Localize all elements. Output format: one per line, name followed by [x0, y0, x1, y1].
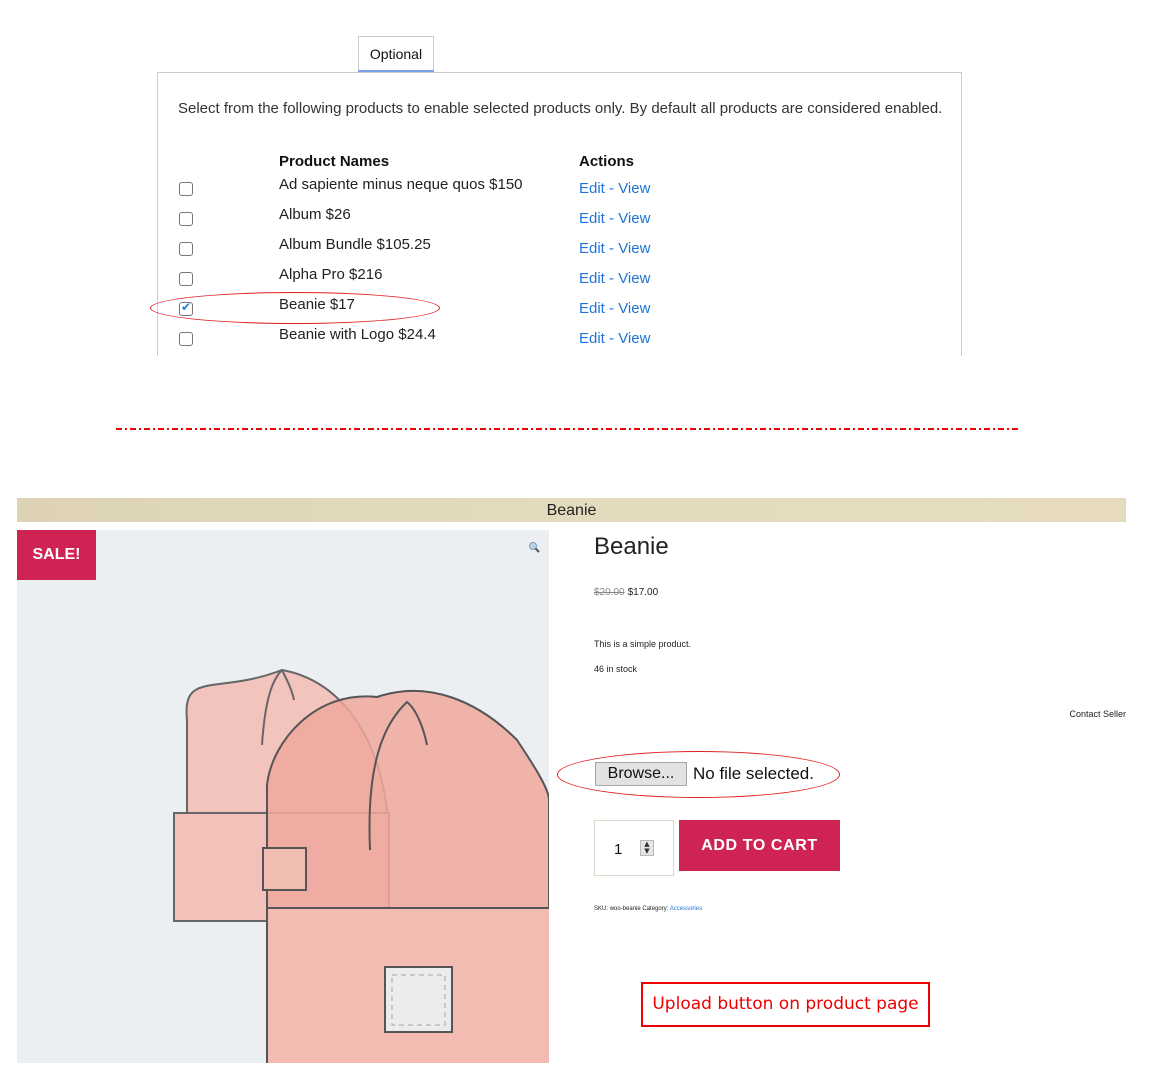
product-checkbox-checked[interactable] [179, 300, 193, 316]
product-checkbox[interactable] [179, 332, 193, 346]
edit-link[interactable]: Edit [579, 300, 605, 317]
category-link[interactable]: Accessories [670, 906, 702, 912]
sale-price: $17.00 [627, 587, 659, 598]
product-name: Beanie $17 [279, 296, 355, 313]
product-meta: SKU: woo-beanie Category: Accessories [594, 906, 702, 912]
beanie-illustration [173, 668, 549, 1063]
magnifier-icon[interactable] [528, 541, 540, 553]
small-patch [262, 847, 307, 891]
edit-link[interactable]: Edit [579, 330, 605, 347]
add-to-cart-button[interactable]: ADD TO CART [679, 820, 840, 871]
stock-status: 46 in stock [594, 664, 638, 674]
section-divider [116, 428, 1019, 430]
product-checkbox[interactable] [179, 182, 193, 196]
sku-value: woo-beanie [609, 906, 641, 912]
view-link[interactable]: View [618, 270, 650, 287]
action-separator: - [609, 180, 615, 197]
product-image[interactable] [17, 530, 549, 1063]
product-actions: Edit - View [579, 240, 650, 257]
product-row: Album Bundle $105.25 Edit - View [0, 235, 1156, 265]
tab-optional[interactable]: Optional [358, 36, 434, 71]
view-link[interactable]: View [618, 180, 650, 197]
large-patch [384, 966, 453, 1033]
view-link[interactable]: View [618, 300, 650, 317]
product-actions: Edit - View [579, 330, 650, 347]
product-row: Ad sapiente minus neque quos $150 Edit -… [0, 175, 1156, 205]
product-checkbox[interactable] [179, 212, 193, 226]
product-row: Beanie with Logo $24.4 Edit - View [0, 325, 1156, 355]
file-status-text: No file selected. [693, 764, 814, 783]
product-row: Alpha Pro $216 Edit - View [0, 265, 1156, 295]
quantity-value[interactable]: 1 [614, 841, 622, 858]
category-label: Category: [642, 906, 669, 912]
edit-link[interactable]: Edit [579, 240, 605, 257]
spinner-arrows-icon[interactable]: ▲ ▼ [640, 840, 654, 856]
sale-badge: SALE! [17, 530, 96, 580]
product-price: $20.00 $17.00 [594, 587, 658, 598]
column-header-actions: Actions [579, 153, 635, 170]
contact-seller-link[interactable]: Contact Seller [1069, 709, 1126, 719]
file-browse-button[interactable]: Browse... [595, 762, 687, 786]
action-separator: - [609, 330, 615, 347]
action-separator: - [609, 210, 615, 227]
quantity-stepper[interactable]: 1 ▲ ▼ [594, 820, 674, 876]
product-description: This is a simple product. [594, 639, 692, 649]
product-checkbox[interactable] [179, 272, 193, 286]
product-actions: Edit - View [579, 300, 650, 317]
product-checkbox[interactable] [179, 242, 193, 256]
annotation-note: Upload button on product page [641, 982, 930, 1027]
action-separator: - [609, 270, 615, 287]
product-row: Beanie $17 Edit - View [0, 295, 1156, 325]
front-hat-crown [266, 689, 549, 911]
view-link[interactable]: View [618, 330, 650, 347]
edit-link[interactable]: Edit [579, 180, 605, 197]
column-header-product-names: Product Names [279, 153, 390, 170]
product-name: Alpha Pro $216 [279, 266, 383, 283]
product-row: Album $26 Edit - View [0, 205, 1156, 235]
page-banner: Beanie [17, 498, 1126, 522]
product-name: Ad sapiente minus neque quos $150 [279, 176, 523, 193]
product-name: Album $26 [279, 206, 351, 223]
product-name: Album Bundle $105.25 [279, 236, 431, 253]
intro-text: Select from the following products to en… [178, 100, 943, 117]
view-link[interactable]: View [618, 240, 650, 257]
regular-price: $20.00 [594, 587, 625, 598]
product-actions: Edit - View [579, 180, 650, 197]
action-separator: - [609, 240, 615, 257]
product-actions: Edit - View [579, 270, 650, 287]
edit-link[interactable]: Edit [579, 270, 605, 287]
edit-link[interactable]: Edit [579, 210, 605, 227]
product-name: Beanie with Logo $24.4 [279, 326, 436, 343]
view-link[interactable]: View [618, 210, 650, 227]
product-actions: Edit - View [579, 210, 650, 227]
action-separator: - [609, 300, 615, 317]
product-title: Beanie [594, 533, 669, 560]
sku-label: SKU: [594, 906, 609, 912]
